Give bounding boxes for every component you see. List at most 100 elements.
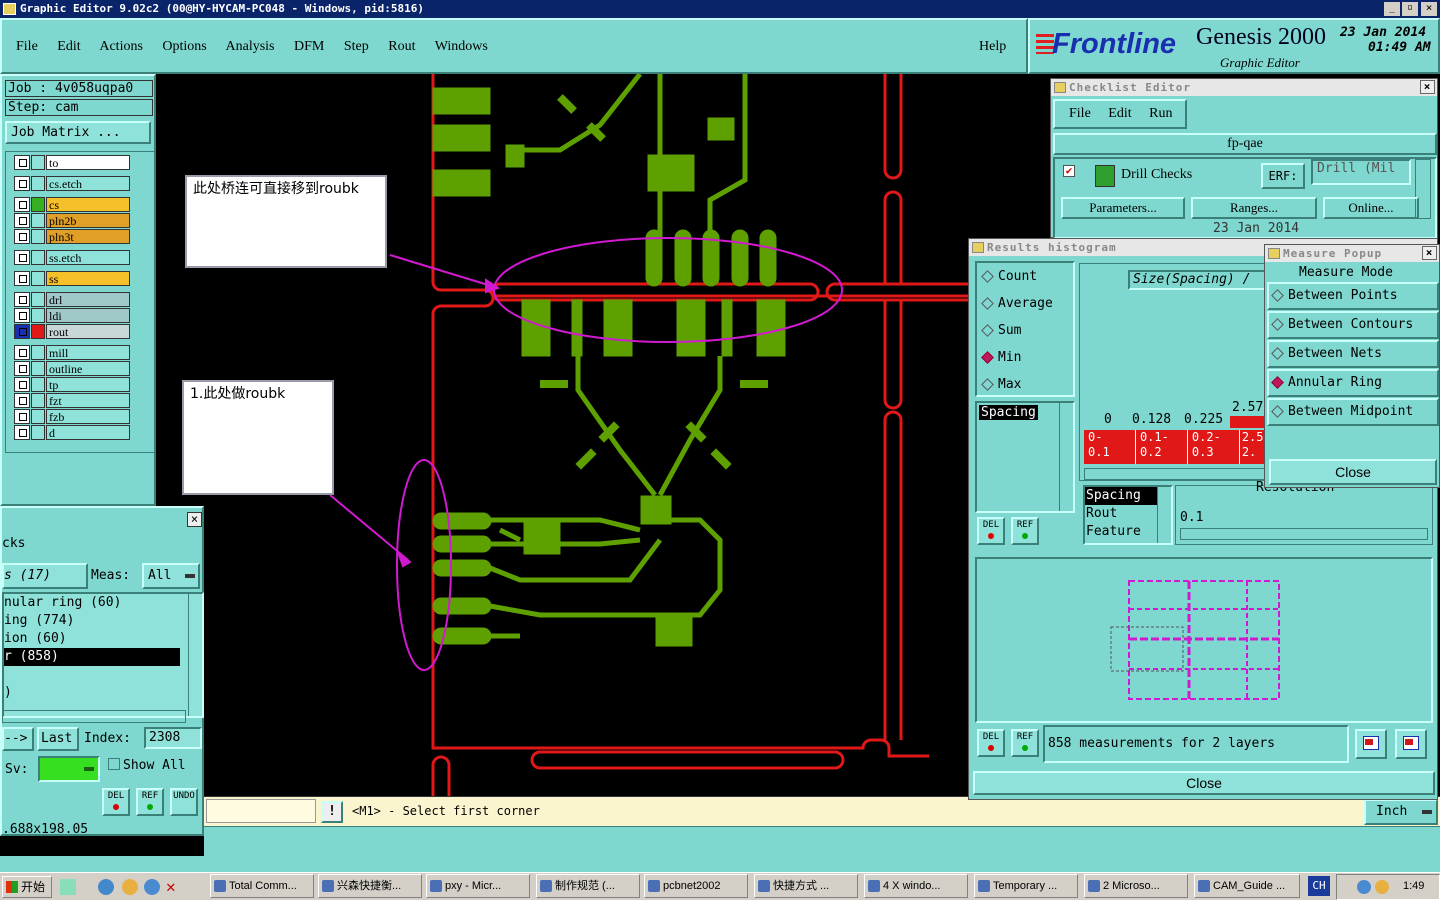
- taskbar-task[interactable]: CAM_Guide ...: [1194, 874, 1300, 898]
- type-list-item-selected[interactable]: Spacing: [979, 405, 1038, 420]
- layer-visibility-checkbox[interactable]: [14, 176, 30, 191]
- measure-close-button[interactable]: Close: [1269, 459, 1437, 485]
- menu-rout[interactable]: Rout: [388, 39, 415, 54]
- resolution-slider[interactable]: [1180, 528, 1428, 540]
- show-all-checkbox[interactable]: [108, 758, 120, 770]
- checks-list-item[interactable]: ): [4, 684, 202, 702]
- minimize-button[interactable]: _: [1384, 2, 1400, 16]
- layer-visibility-checkbox[interactable]: [14, 292, 30, 307]
- close-icon[interactable]: ×: [1420, 80, 1435, 94]
- measure-mode-annular-ring[interactable]: Annular Ring: [1267, 369, 1439, 397]
- measure-mode-between-nets[interactable]: Between Nets: [1267, 340, 1439, 368]
- checks-list[interactable]: nular ring (60) ing (774) ion (60) r (85…: [2, 592, 204, 718]
- undo-button[interactable]: UNDO: [170, 788, 198, 816]
- next-button[interactable]: -->: [2, 727, 34, 751]
- menu-file[interactable]: File: [16, 39, 38, 54]
- tray-icon[interactable]: [1375, 880, 1389, 894]
- taskbar-task[interactable]: 制作规范 (...: [536, 874, 640, 898]
- bin-label[interactable]: 0- 0.1: [1084, 430, 1136, 464]
- taskbar-task[interactable]: Total Comm...: [210, 874, 314, 898]
- layer-row-ss[interactable]: ss: [14, 271, 130, 286]
- last-button[interactable]: Last: [37, 727, 79, 751]
- layer-visibility-checkbox[interactable]: [14, 213, 30, 228]
- bin-label[interactable]: 0.1- 0.2: [1136, 430, 1188, 464]
- histogram-del-button[interactable]: DEL: [977, 729, 1005, 757]
- menu-help[interactable]: Help: [979, 39, 1006, 55]
- tray-icon[interactable]: [1357, 880, 1371, 894]
- histogram-hscrollbar[interactable]: [1084, 468, 1268, 480]
- taskbar-task[interactable]: 兴森快捷衡...: [318, 874, 422, 898]
- menu-analysis[interactable]: Analysis: [226, 39, 275, 54]
- taskbar-task[interactable]: Temporary ...: [974, 874, 1078, 898]
- layer-row-cs[interactable]: cs: [14, 197, 130, 212]
- erf-value[interactable]: Drill (Mil: [1311, 159, 1411, 185]
- layer-row-ldi[interactable]: ldi: [14, 308, 130, 323]
- layer-row-outline[interactable]: outline: [14, 361, 130, 376]
- layer-visibility-checkbox[interactable]: [14, 345, 30, 360]
- layer-row-to[interactable]: to: [14, 155, 130, 170]
- measure-mode-between-points[interactable]: Between Points: [1267, 282, 1439, 310]
- close-window-button[interactable]: ×: [1421, 2, 1437, 16]
- layer-visibility-checkbox[interactable]: [14, 393, 30, 408]
- layer-row-cs-etch[interactable]: cs.etch: [14, 176, 130, 191]
- layer-row-ss-etch[interactable]: ss.etch: [14, 250, 130, 265]
- layer-row-mill[interactable]: mill: [14, 345, 130, 360]
- quicklaunch-icon[interactable]: [60, 879, 76, 895]
- checks-list-item[interactable]: nular ring (60): [4, 594, 202, 612]
- mode-sum[interactable]: Sum: [981, 323, 1021, 338]
- layer-visibility-checkbox[interactable]: [14, 377, 30, 392]
- taskbar-task[interactable]: 4 X windo...: [864, 874, 968, 898]
- layer-visibility-checkbox[interactable]: [14, 409, 30, 424]
- taskbar-task[interactable]: pcbnet2002: [644, 874, 748, 898]
- checks-count-button[interactable]: s (17): [2, 563, 88, 589]
- status-alert-button[interactable]: !: [321, 801, 343, 823]
- sv-color-select[interactable]: [38, 756, 100, 782]
- layer-visibility-checkbox[interactable]: [14, 425, 30, 440]
- taskbar-task[interactable]: pxy - Micr...: [426, 874, 530, 898]
- bin-label[interactable]: 0.2- 0.3: [1188, 430, 1240, 464]
- layer-visibility-checkbox[interactable]: [14, 361, 30, 376]
- category-scrollbar[interactable]: [1157, 487, 1171, 543]
- layer-row-tp[interactable]: tp: [14, 377, 130, 392]
- meas-select[interactable]: All: [142, 563, 200, 589]
- status-input[interactable]: [206, 799, 316, 823]
- export-chart-icon[interactable]: [1355, 729, 1387, 759]
- histogram-close-button[interactable]: Close: [973, 771, 1435, 795]
- layer-visibility-checkbox[interactable]: [14, 324, 30, 339]
- layer-row-drl[interactable]: drl: [14, 292, 130, 307]
- maximize-button[interactable]: ▫: [1402, 2, 1418, 16]
- checklist-menu-run[interactable]: Run: [1149, 106, 1172, 121]
- checks-list-item[interactable]: ion (60): [4, 630, 202, 648]
- mode-min[interactable]: Min: [981, 350, 1021, 365]
- job-matrix-button[interactable]: Job Matrix ...: [5, 121, 151, 144]
- layer-visibility-checkbox[interactable]: [14, 271, 30, 286]
- checks-list-item[interactable]: [4, 666, 202, 684]
- checklist-menu-file[interactable]: File: [1069, 106, 1091, 121]
- category-list[interactable]: Spacing Rout Feature: [1083, 485, 1173, 545]
- quicklaunch-icon[interactable]: [144, 879, 160, 895]
- quicklaunch-icon[interactable]: ✕: [166, 879, 182, 895]
- menu-step[interactable]: Step: [344, 39, 369, 54]
- layer-row-d[interactable]: d: [14, 425, 130, 440]
- type-list[interactable]: Spacing: [975, 401, 1075, 513]
- layer-visibility-checkbox[interactable]: [14, 308, 30, 323]
- start-button[interactable]: 开始: [2, 876, 52, 898]
- taskbar-task[interactable]: 快捷方式 ...: [754, 874, 858, 898]
- checks-close-button[interactable]: ×: [187, 512, 202, 527]
- mode-average[interactable]: Average: [981, 296, 1053, 311]
- index-field[interactable]: 2308: [144, 727, 202, 749]
- mode-max[interactable]: Max: [981, 377, 1021, 392]
- menu-edit[interactable]: Edit: [57, 39, 80, 54]
- taskbar-task[interactable]: 2 Microso...: [1084, 874, 1188, 898]
- histogram-ref-button-top[interactable]: REF: [1011, 517, 1039, 545]
- histogram-ref-button[interactable]: REF: [1011, 729, 1039, 757]
- menu-dfm[interactable]: DFM: [294, 39, 324, 54]
- layer-visibility-checkbox[interactable]: [14, 197, 30, 212]
- layer-row-pln2b[interactable]: pln2b: [14, 213, 130, 228]
- layer-visibility-checkbox[interactable]: [14, 155, 30, 170]
- ranges-button[interactable]: Ranges...: [1191, 197, 1317, 219]
- checklist-menu-edit[interactable]: Edit: [1108, 106, 1131, 121]
- checks-vscrollbar[interactable]: [188, 594, 202, 716]
- close-icon[interactable]: ×: [1422, 246, 1437, 260]
- ref-button[interactable]: REF: [136, 788, 164, 816]
